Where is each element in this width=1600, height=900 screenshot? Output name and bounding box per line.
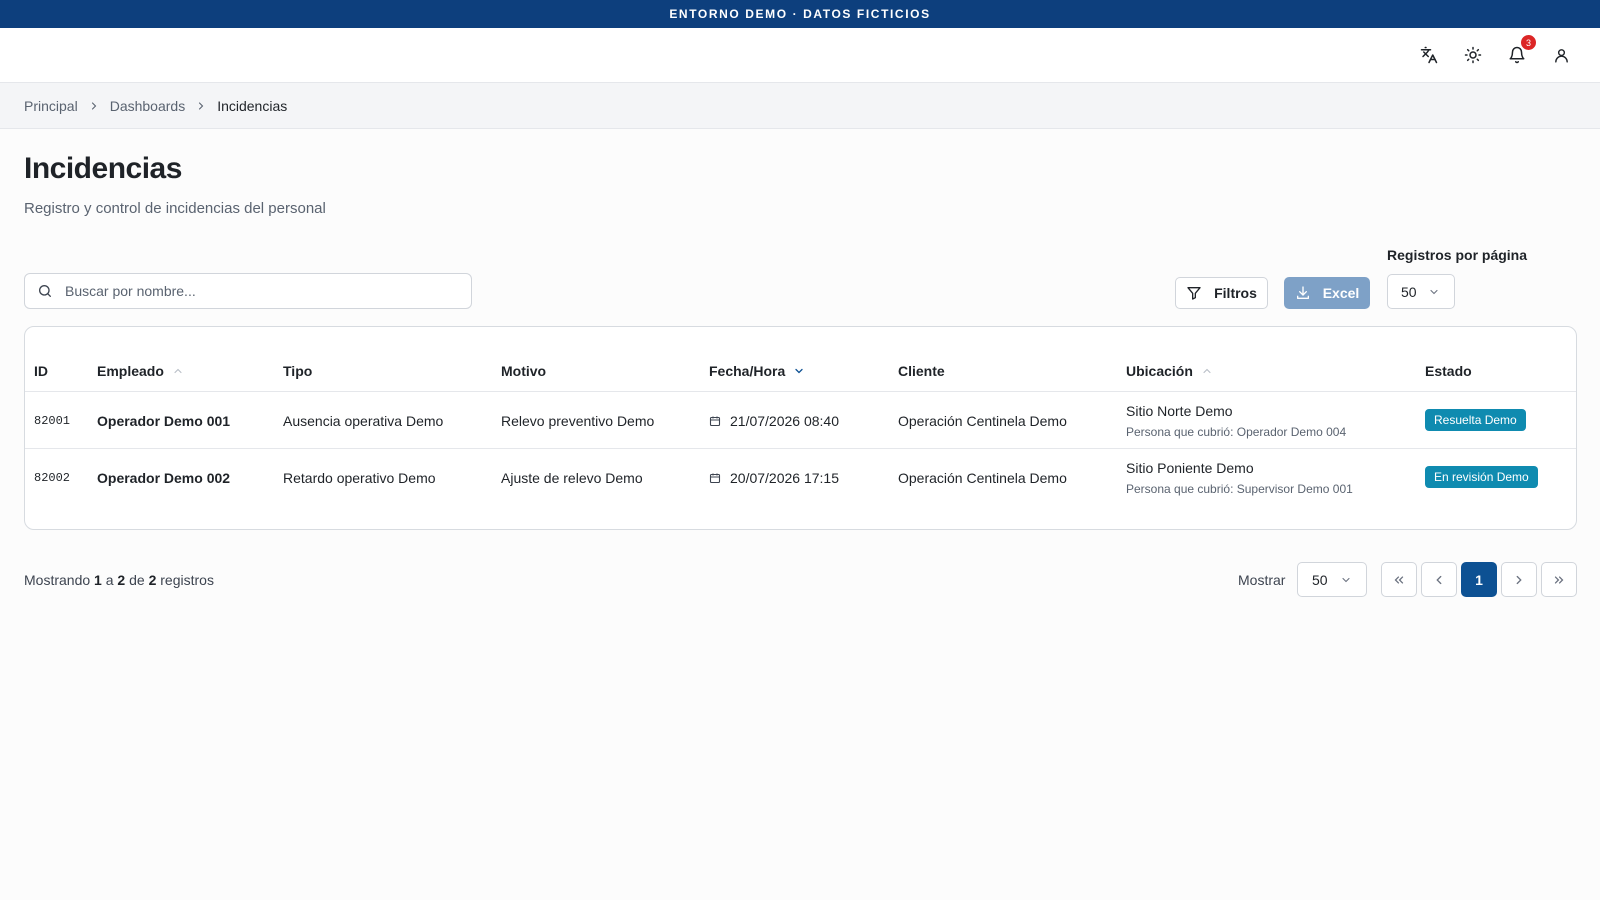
excel-export-button[interactable]: Excel — [1284, 277, 1370, 309]
breadcrumb-item-principal[interactable]: Principal — [24, 98, 78, 114]
cell-covered-by: Persona que cubrió: Supervisor Demo 001 — [1126, 482, 1353, 496]
chevron-right-icon — [195, 100, 207, 112]
notification-count-badge: 3 — [1521, 35, 1536, 50]
cell-datetime-text: 20/07/2026 17:15 — [730, 470, 839, 486]
filters-button[interactable]: Filtros — [1175, 277, 1268, 309]
breadcrumb-item-incidencias: Incidencias — [217, 97, 288, 114]
top-bar: 3 — [0, 28, 1600, 83]
demo-environment-banner: ENTORNO DEMO · DATOS FICTICIOS — [0, 0, 1600, 28]
sort-down-icon — [793, 365, 805, 377]
cell-id: 82002 — [34, 471, 71, 485]
column-header-empleado[interactable]: Empleado — [97, 363, 184, 379]
first-page-button[interactable] — [1381, 562, 1417, 597]
chevron-right-icon — [1516, 575, 1522, 584]
calendar-icon — [709, 472, 721, 484]
cell-client: Operación Centinela Demo — [898, 470, 1067, 486]
column-header-label: Motivo — [501, 363, 547, 379]
column-header-fecha-hora[interactable]: Fecha/Hora — [709, 363, 805, 379]
cell-employee: Operador Demo 002 — [97, 470, 231, 486]
cell-reason: Relevo preventivo Demo — [501, 413, 655, 429]
column-header-label: Ubicación — [1126, 363, 1193, 379]
column-header-ubicacion[interactable]: Ubicación — [1126, 363, 1213, 379]
cell-datetime: 21/07/2026 08:40 — [709, 413, 839, 429]
search-box — [24, 273, 472, 309]
cell-covered-by: Persona que cubrió: Operador Demo 004 — [1126, 425, 1347, 439]
summary-total: 2 — [148, 572, 157, 588]
search-input[interactable] — [65, 283, 445, 299]
cell-id: 82001 — [34, 414, 71, 428]
summary-from: 1 — [94, 572, 102, 588]
cell-reason: Ajuste de relevo Demo — [501, 470, 643, 486]
pagination: 1 — [1381, 562, 1577, 597]
search-icon — [37, 283, 53, 299]
download-icon — [1295, 285, 1311, 301]
column-header-label: Cliente — [898, 363, 945, 379]
excel-label: Excel — [1322, 285, 1360, 301]
filter-icon — [1186, 285, 1202, 301]
records-summary: Mostrando 1 a 2 de 2 registros — [24, 572, 214, 588]
page-button-current[interactable]: 1 — [1461, 562, 1497, 597]
next-page-button[interactable] — [1501, 562, 1537, 597]
cell-employee: Operador Demo 001 — [97, 413, 231, 429]
cell-location: Sitio Norte Demo — [1126, 403, 1233, 419]
cell-datetime-text: 21/07/2026 08:40 — [730, 413, 839, 429]
table-header: ID Empleado Tipo Motivo Fecha/Hora Clien… — [25, 327, 1576, 392]
chevrons-left-icon — [1394, 575, 1404, 584]
column-header-cliente[interactable]: Cliente — [898, 363, 945, 379]
page-title: Incidencias — [24, 152, 182, 185]
sun-icon[interactable] — [1460, 42, 1486, 68]
calendar-icon — [709, 415, 721, 427]
last-page-button[interactable] — [1541, 562, 1577, 597]
column-header-label: Estado — [1425, 363, 1472, 379]
status-badge: Resuelta Demo — [1425, 409, 1526, 431]
column-header-id[interactable]: ID — [34, 363, 48, 379]
cell-type: Ausencia operativa Demo — [283, 413, 444, 429]
translate-icon[interactable] — [1416, 42, 1442, 68]
records-per-page-label: Registros por página — [1387, 247, 1528, 263]
summary-suffix: registros — [160, 572, 214, 588]
page-subtitle: Registro y control de incidencias del pe… — [24, 200, 326, 217]
cell-type: Retardo operativo Demo — [283, 470, 436, 486]
chevron-right-icon — [88, 100, 100, 112]
records-per-page-select[interactable]: 50 — [1387, 274, 1455, 309]
chevron-down-icon — [1428, 286, 1440, 298]
filters-label: Filtros — [1214, 285, 1257, 301]
cell-client: Operación Centinela Demo — [898, 413, 1067, 429]
status-badge: En revisión Demo — [1425, 466, 1538, 488]
column-header-label: Empleado — [97, 363, 164, 379]
notifications-button[interactable]: 3 — [1504, 35, 1536, 68]
column-header-tipo[interactable]: Tipo — [283, 363, 312, 379]
cell-location: Sitio Poniente Demo — [1126, 460, 1254, 476]
show-label: Mostrar — [1238, 572, 1286, 588]
column-header-label: Tipo — [283, 363, 313, 379]
column-header-label: Fecha/Hora — [709, 363, 786, 379]
column-header-label: ID — [34, 363, 48, 379]
demo-banner-text: ENTORNO DEMO · DATOS FICTICIOS — [669, 7, 931, 21]
summary-to: 2 — [117, 572, 126, 588]
breadcrumb: Principal Dashboards Incidencias — [0, 83, 1600, 129]
summary-prefix: Mostrando — [24, 572, 91, 588]
sort-up-icon — [1201, 365, 1213, 377]
cell-datetime: 20/07/2026 17:15 — [709, 470, 839, 486]
user-icon[interactable] — [1548, 42, 1574, 68]
summary-a: a — [105, 572, 114, 588]
records-per-page-value: 50 — [1401, 283, 1417, 300]
incidents-table: ID Empleado Tipo Motivo Fecha/Hora Clien… — [24, 326, 1577, 530]
previous-page-button[interactable] — [1421, 562, 1457, 597]
chevrons-right-icon — [1554, 575, 1564, 584]
chevron-left-icon — [1436, 575, 1442, 584]
table-row[interactable]: 82001 Operador Demo 001 Ausencia operati… — [25, 392, 1576, 449]
table-row[interactable]: 82002 Operador Demo 002 Retardo operativ… — [25, 449, 1576, 506]
breadcrumb-item-dashboards[interactable]: Dashboards — [110, 98, 186, 114]
summary-de: de — [129, 572, 145, 588]
page-size-select[interactable]: 50 — [1297, 562, 1367, 597]
sort-up-icon — [172, 365, 184, 377]
chevron-down-icon — [1340, 574, 1352, 586]
column-header-motivo[interactable]: Motivo — [501, 363, 546, 379]
page-size-value: 50 — [1312, 571, 1328, 588]
column-header-estado[interactable]: Estado — [1425, 363, 1472, 379]
